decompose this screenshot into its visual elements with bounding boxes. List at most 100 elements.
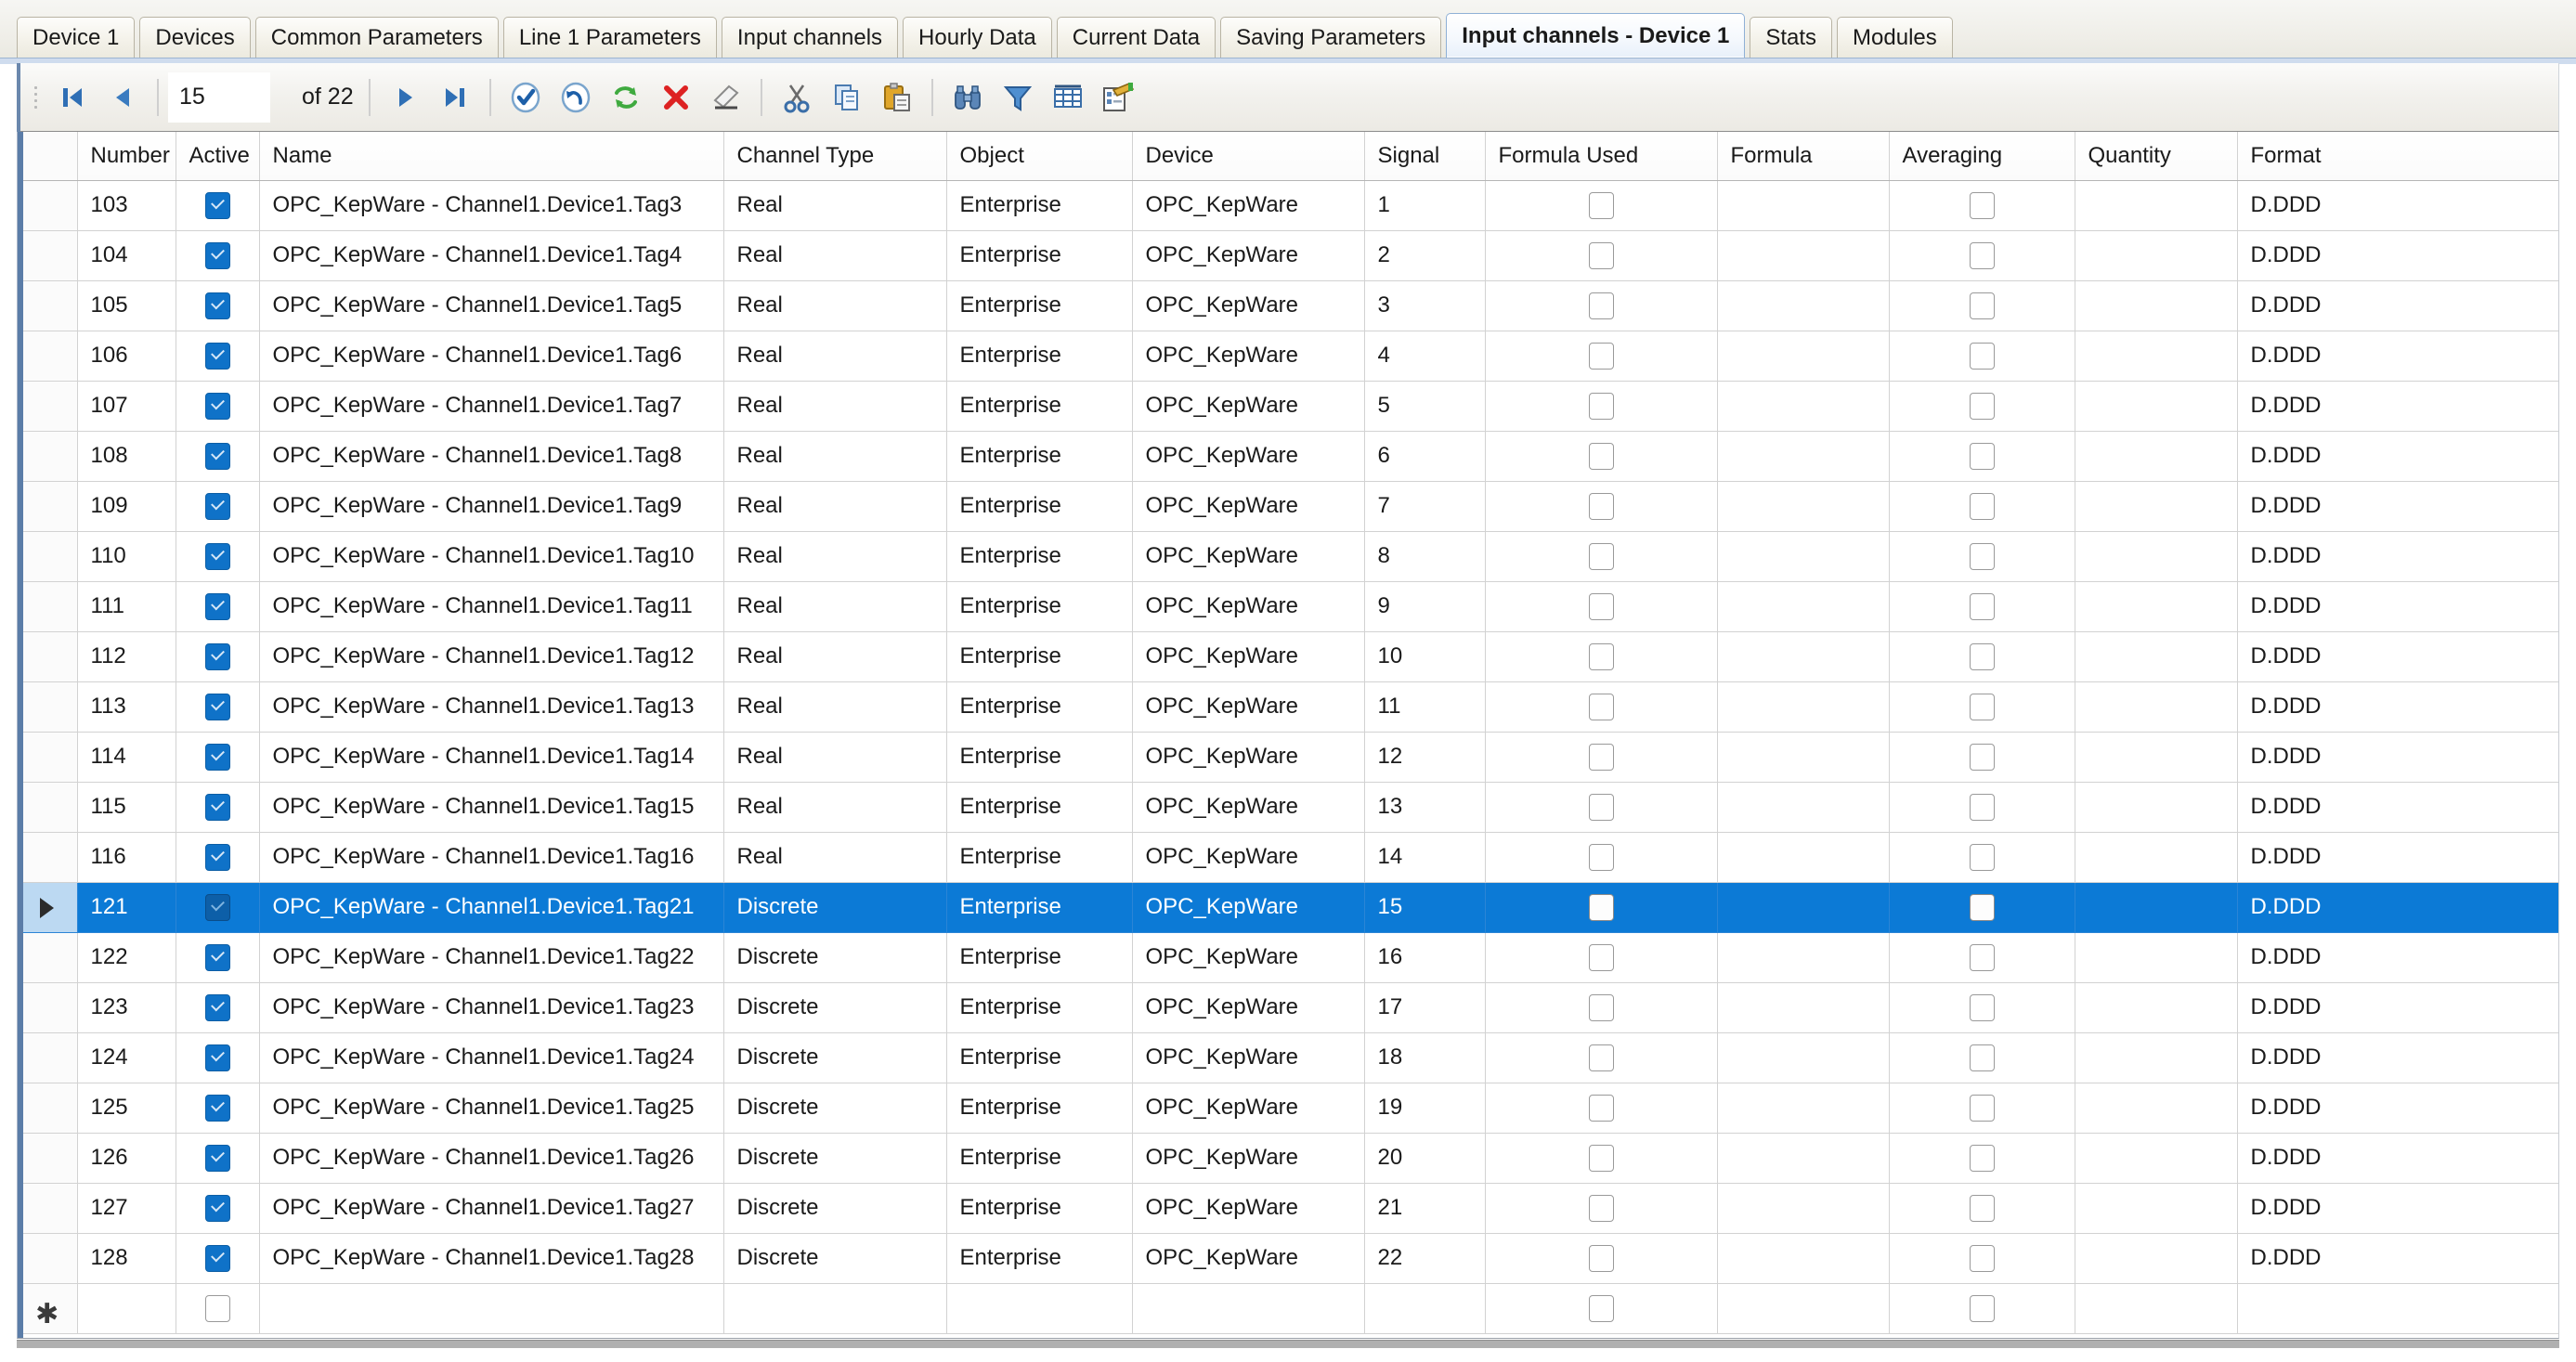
cell-number[interactable]: 109: [77, 481, 176, 531]
undo-button[interactable]: [551, 71, 601, 124]
table-row[interactable]: 110OPC_KepWare - Channel1.Device1.Tag10R…: [18, 531, 2558, 581]
cell-formula[interactable]: [1717, 631, 1889, 681]
cell-object[interactable]: Enterprise: [946, 1183, 1132, 1233]
move-next-button[interactable]: [380, 71, 430, 124]
cell-name[interactable]: OPC_KepWare - Channel1.Device1.Tag25: [259, 1083, 723, 1133]
cell-averaging[interactable]: [1889, 832, 2075, 882]
row-selector-cell[interactable]: [18, 882, 77, 932]
cell-formula-used[interactable]: [1485, 481, 1717, 531]
delete-record-button[interactable]: [651, 71, 701, 124]
cell-averaging[interactable]: [1889, 932, 2075, 982]
column-header-device[interactable]: Device: [1132, 132, 1364, 180]
active-checkbox[interactable]: [205, 593, 230, 620]
row-selector-cell[interactable]: [18, 180, 77, 230]
table-row[interactable]: 109OPC_KepWare - Channel1.Device1.Tag9Re…: [18, 481, 2558, 531]
row-selector-cell[interactable]: [18, 732, 77, 782]
cell-formula-used[interactable]: [1485, 1083, 1717, 1133]
cell-name[interactable]: OPC_KepWare - Channel1.Device1.Tag26: [259, 1133, 723, 1183]
cell-object[interactable]: Enterprise: [946, 1083, 1132, 1133]
cell-quantity[interactable]: [2075, 1233, 2237, 1283]
cell-object[interactable]: Enterprise: [946, 1233, 1132, 1283]
cell-formula-used[interactable]: [1485, 1233, 1717, 1283]
cell-active[interactable]: [176, 531, 259, 581]
cell-object[interactable]: Enterprise: [946, 982, 1132, 1032]
cell-object[interactable]: Enterprise: [946, 531, 1132, 581]
active-checkbox[interactable]: [205, 242, 230, 269]
cell-active[interactable]: [176, 1133, 259, 1183]
cell-formula[interactable]: [1717, 1032, 1889, 1083]
cell-number[interactable]: 116: [77, 832, 176, 882]
row-selector-cell[interactable]: [18, 481, 77, 531]
cell-format[interactable]: D.DDD: [2237, 331, 2558, 381]
cell-channel-type[interactable]: Discrete: [723, 1133, 946, 1183]
averaging-checkbox[interactable]: [1970, 192, 1995, 219]
cell-formula[interactable]: [1717, 982, 1889, 1032]
cell-channel-type[interactable]: [723, 1283, 946, 1333]
accept-changes-button[interactable]: [501, 71, 551, 124]
active-checkbox[interactable]: [205, 944, 230, 971]
averaging-checkbox[interactable]: [1970, 1095, 1995, 1122]
averaging-checkbox[interactable]: [1970, 543, 1995, 570]
cell-formula[interactable]: [1717, 581, 1889, 631]
cell-name[interactable]: OPC_KepWare - Channel1.Device1.Tag23: [259, 982, 723, 1032]
active-checkbox[interactable]: [205, 443, 230, 470]
cell-device[interactable]: OPC_KepWare: [1132, 732, 1364, 782]
cell-format[interactable]: D.DDD: [2237, 1083, 2558, 1133]
cell-signal[interactable]: 2: [1364, 230, 1485, 280]
cell-format[interactable]: D.DDD: [2237, 1032, 2558, 1083]
formula-used-checkbox[interactable]: [1589, 343, 1614, 370]
tab-common-parameters[interactable]: Common Parameters: [255, 17, 499, 58]
cell-quantity[interactable]: [2075, 932, 2237, 982]
cell-active[interactable]: [176, 832, 259, 882]
cell-device[interactable]: OPC_KepWare: [1132, 882, 1364, 932]
active-checkbox[interactable]: [205, 1044, 230, 1071]
formula-used-checkbox[interactable]: [1589, 493, 1614, 520]
row-selector-cell[interactable]: [18, 581, 77, 631]
cell-formula-used[interactable]: [1485, 180, 1717, 230]
tab-saving-parameters[interactable]: Saving Parameters: [1220, 17, 1441, 58]
cell-formula[interactable]: [1717, 180, 1889, 230]
cell-number[interactable]: 104: [77, 230, 176, 280]
cell-number[interactable]: 115: [77, 782, 176, 832]
cell-active[interactable]: [176, 982, 259, 1032]
cell-number[interactable]: 121: [77, 882, 176, 932]
cell-quantity[interactable]: [2075, 1032, 2237, 1083]
cell-signal[interactable]: 13: [1364, 782, 1485, 832]
tab-modules[interactable]: Modules: [1837, 17, 1953, 58]
row-selector-cell[interactable]: [18, 1032, 77, 1083]
formula-used-checkbox[interactable]: [1589, 794, 1614, 821]
cell-object[interactable]: [946, 1283, 1132, 1333]
active-checkbox[interactable]: [205, 543, 230, 570]
cell-object[interactable]: Enterprise: [946, 581, 1132, 631]
tab-devices[interactable]: Devices: [139, 17, 250, 58]
formula-used-checkbox[interactable]: [1589, 192, 1614, 219]
cell-number[interactable]: 128: [77, 1233, 176, 1283]
cell-name[interactable]: OPC_KepWare - Channel1.Device1.Tag3: [259, 180, 723, 230]
column-header-formula[interactable]: Formula: [1717, 132, 1889, 180]
cell-format[interactable]: D.DDD: [2237, 631, 2558, 681]
move-last-button[interactable]: [430, 71, 480, 124]
row-selector-cell[interactable]: [18, 982, 77, 1032]
cell-averaging[interactable]: [1889, 230, 2075, 280]
cell-signal[interactable]: 6: [1364, 431, 1485, 481]
cell-name[interactable]: OPC_KepWare - Channel1.Device1.Tag21: [259, 882, 723, 932]
table-row[interactable]: 114OPC_KepWare - Channel1.Device1.Tag14R…: [18, 732, 2558, 782]
averaging-checkbox[interactable]: [1970, 593, 1995, 620]
cell-channel-type[interactable]: Real: [723, 782, 946, 832]
formula-used-checkbox[interactable]: [1589, 744, 1614, 771]
cell-channel-type[interactable]: Real: [723, 431, 946, 481]
cell-device[interactable]: OPC_KepWare: [1132, 1233, 1364, 1283]
tab-device-1[interactable]: Device 1: [17, 17, 135, 58]
row-selector-cell[interactable]: ✱: [18, 1283, 77, 1333]
averaging-checkbox[interactable]: [1970, 894, 1995, 921]
tab-hourly-data[interactable]: Hourly Data: [903, 17, 1052, 58]
formula-used-checkbox[interactable]: [1589, 643, 1614, 670]
cell-active[interactable]: [176, 581, 259, 631]
cell-quantity[interactable]: [2075, 782, 2237, 832]
cell-formula[interactable]: [1717, 1133, 1889, 1183]
cell-device[interactable]: OPC_KepWare: [1132, 381, 1364, 431]
cell-device[interactable]: OPC_KepWare: [1132, 832, 1364, 882]
cell-object[interactable]: Enterprise: [946, 280, 1132, 331]
cell-channel-type[interactable]: Real: [723, 180, 946, 230]
cell-device[interactable]: OPC_KepWare: [1132, 230, 1364, 280]
